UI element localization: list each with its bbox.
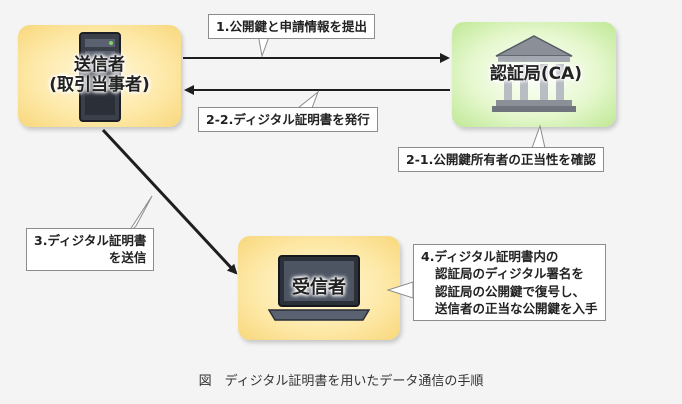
callout-pointer-s4	[386, 281, 414, 299]
step3-callout: 3.ディジタル証明書 を送信	[26, 228, 155, 271]
step2-2-text: 2-2.ディジタル証明書を発行	[206, 112, 370, 127]
step4-text-line3: 認証局の公開鍵で復号し、	[435, 283, 586, 299]
step3-text-line1: 3.ディジタル証明書	[34, 233, 147, 248]
step4-text-line4: 送信者の正当な公開鍵を入手	[435, 300, 598, 316]
step4-text-line2: 認証局のディジタル署名を	[435, 266, 584, 282]
diagram-canvas: 送信者 (取引当事者) 認証局(CA) 受信者 1.公開鍵と申請情報を提出 2-…	[0, 0, 682, 404]
arrows-layer	[101, 33, 546, 299]
step4-callout: 4.ディジタル証明書内の 認証局のディジタル署名を 認証局の公開鍵で復号し、 送…	[413, 244, 606, 321]
callout-pointer-s2-2	[296, 90, 320, 109]
step2-1-text: 2-1.公開鍵所有者の正当性を確認	[406, 152, 596, 167]
step2-2-callout: 2-2.ディジタル証明書を発行	[198, 107, 378, 133]
step1-text: 1.公開鍵と申請情報を提出	[216, 19, 367, 34]
step3-text-line2: を送信	[108, 250, 147, 266]
callout-pointer-s2-1	[531, 124, 546, 149]
step2-1-callout: 2-1.公開鍵所有者の正当性を確認	[398, 147, 604, 173]
step4-text-line1: 4.ディジタル証明書内の	[421, 249, 559, 264]
step1-callout: 1.公開鍵と申請情報を提出	[208, 14, 375, 40]
